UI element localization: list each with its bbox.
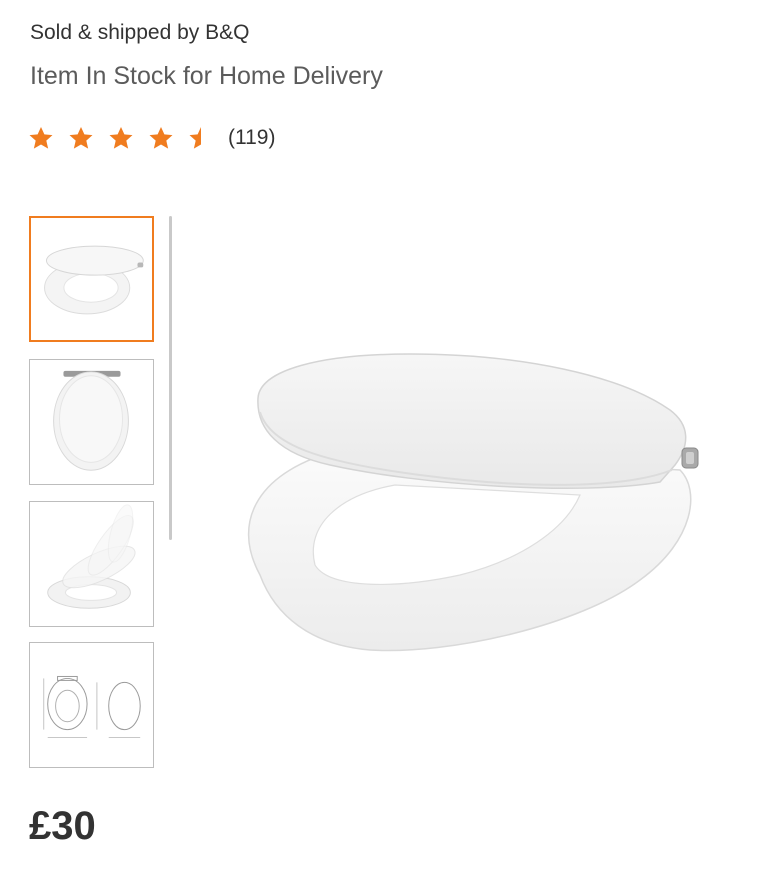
thumbnail-scrollbar[interactable] [169,216,172,540]
toilet-seat-soft-close-thumbnail-icon [47,504,136,609]
seller-info: Sold & shipped by B&Q [30,21,250,44]
rating-summary[interactable]: (119) [28,120,275,156]
main-product-image[interactable] [220,320,710,700]
toilet-seat-dimensions-thumbnail-icon [43,675,141,738]
star-full-icon [109,126,133,149]
toilet-seat-main-image-icon [247,353,699,652]
thumbnail-toilet-seat-soft-close[interactable] [29,501,154,627]
thumbnail-toilet-seat-closed[interactable] [29,359,154,485]
star-half-icon [189,126,213,149]
thumbnail-toilet-seat-dimensions[interactable] [29,642,154,768]
review-count[interactable]: (119) [228,126,275,150]
star-full-icon [29,126,53,149]
thumbnail-toilet-seat-open[interactable] [29,216,154,342]
stock-status: Item In Stock for Home Delivery [30,62,383,90]
toilet-seat-open-thumbnail-icon [44,245,144,315]
product-price: £30 [29,804,96,848]
star-full-icon [149,126,173,149]
toilet-seat-closed-thumbnail-icon [53,370,129,471]
star-full-icon [69,126,93,149]
rating-stars [28,125,228,151]
